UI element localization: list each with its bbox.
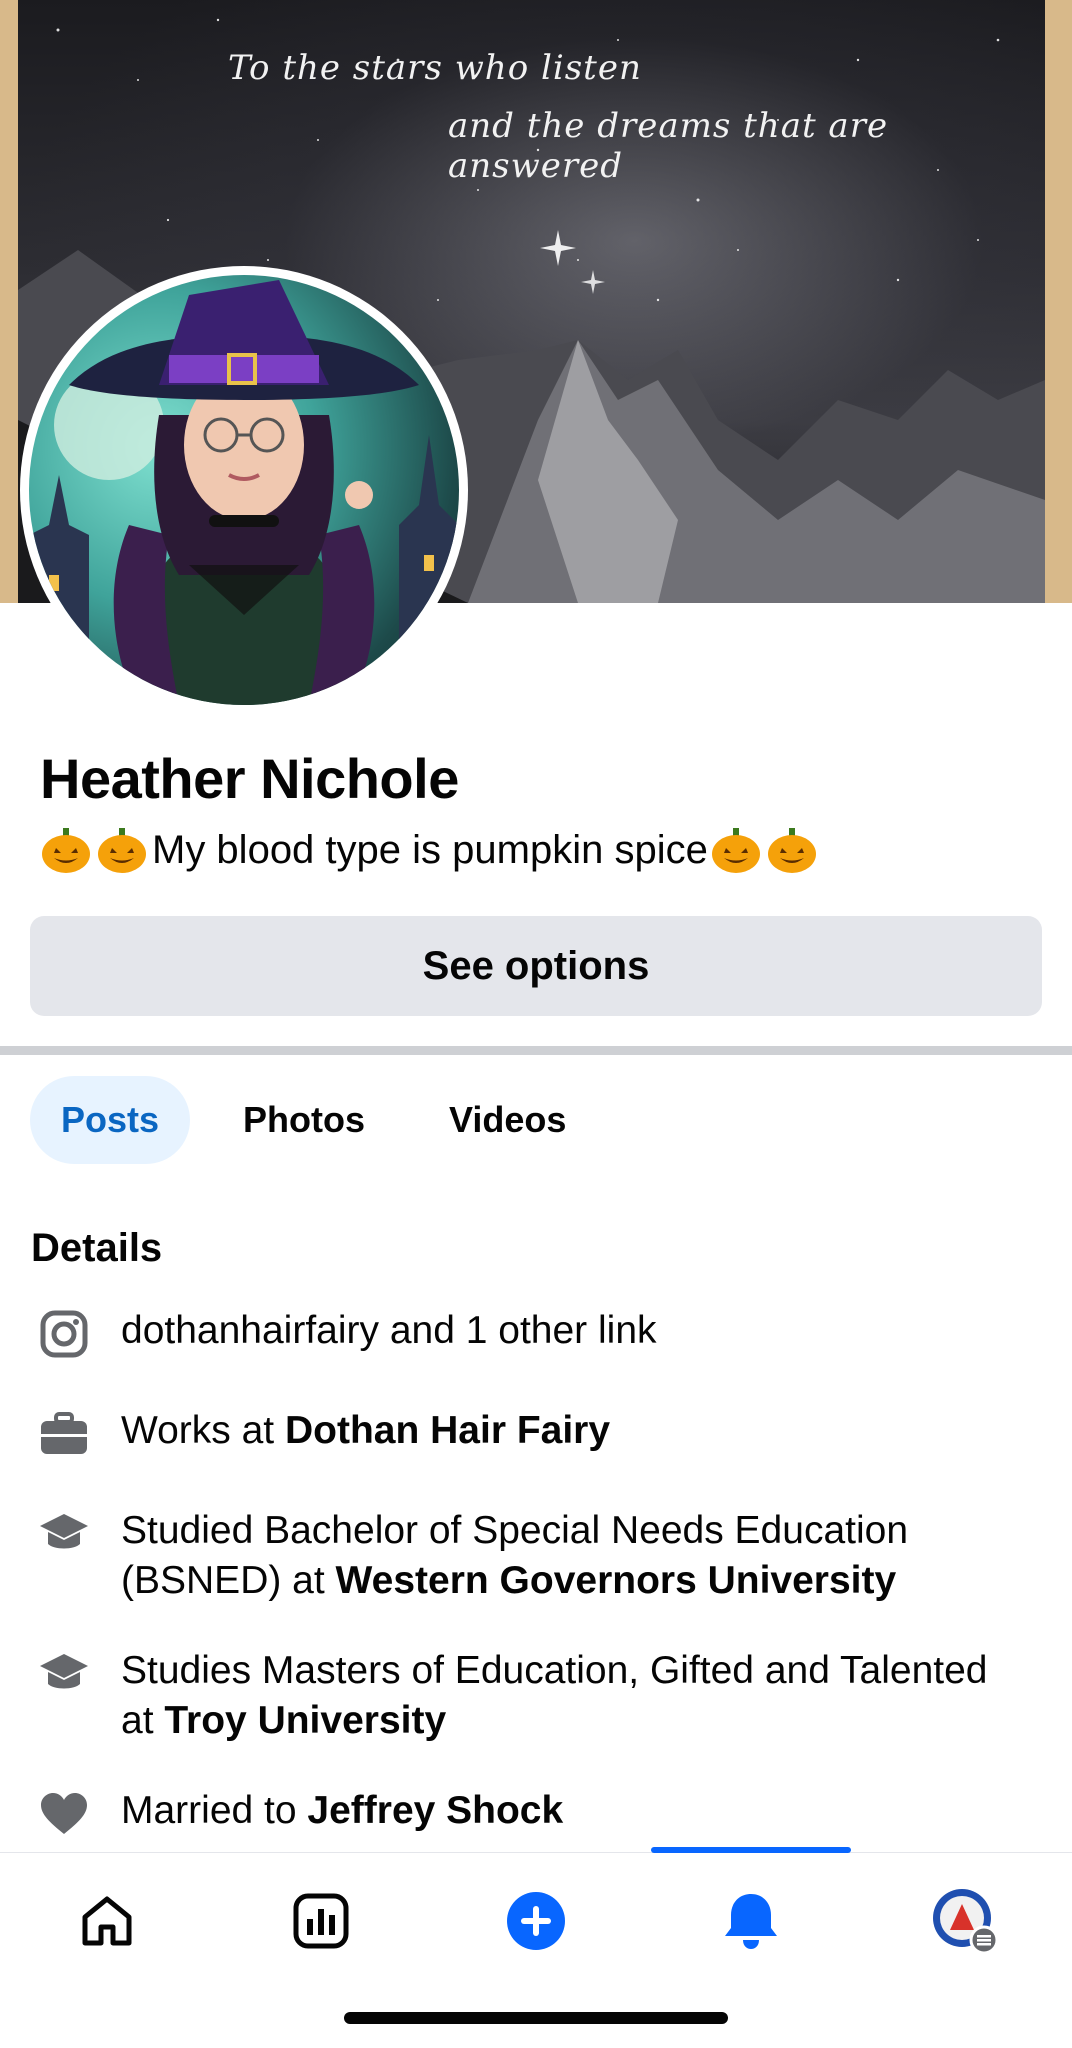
graduation-cap-icon [36,1646,92,1702]
detail-relationship-partner[interactable]: Jeffrey Shock [307,1789,563,1832]
detail-text: Works at Dothan Hair Fairy [121,1406,1021,1456]
profile-name: Heather Nichole [40,747,459,810]
profile-bio-text: My blood type is pumpkin spice [152,827,708,872]
avatar-illustration [29,275,459,705]
graduation-cap-icon [36,1506,92,1562]
tab-photos[interactable]: Photos [212,1076,396,1164]
section-divider [0,1046,1072,1055]
detail-text: Studies Masters of Education, Gifted and… [121,1646,1021,1746]
home-indicator-bar[interactable] [344,2012,728,2024]
detail-education-1-school[interactable]: Western Governors University [336,1559,897,1602]
profile-avatar[interactable] [20,266,468,714]
detail-relationship-prefix: Married to [121,1789,308,1832]
profile-tabs: Posts Photos Videos [30,1076,619,1164]
dashboard-icon[interactable] [281,1881,361,1961]
profile-menu-icon[interactable] [925,1881,1005,1961]
heart-icon [36,1786,92,1842]
pumpkin-icon [710,826,762,874]
detail-links-text: dothanhairfairy and 1 other link [121,1309,657,1352]
detail-text: dothanhairfairy and 1 other link [121,1306,1021,1356]
detail-work-prefix: Works at [121,1409,285,1452]
cover-quote-line-2: and the dreams that are answered [448,106,889,186]
witch-portrait-graphic [29,280,459,705]
detail-work-employer[interactable]: Dothan Hair Fairy [285,1409,610,1452]
instagram-icon [36,1306,92,1362]
detail-text: Married to Jeffrey Shock [121,1786,1021,1836]
pumpkin-icon [96,826,148,874]
home-icon[interactable] [67,1881,147,1961]
notifications-icon[interactable] [711,1881,791,1961]
detail-education-2-school[interactable]: Troy University [164,1699,446,1742]
pumpkin-icon [40,826,92,874]
profile-bio: My blood type is pumpkin spice [40,826,822,874]
cover-quote-line-1: To the stars who listen [228,48,642,88]
tab-posts[interactable]: Posts [30,1076,191,1164]
briefcase-icon [36,1406,92,1462]
active-tab-indicator [651,1847,851,1853]
create-icon[interactable] [496,1881,576,1961]
pumpkin-icon [766,826,818,874]
detail-text: Studied Bachelor of Special Needs Educat… [121,1506,1021,1606]
details-heading: Details [31,1226,163,1270]
tab-videos[interactable]: Videos [418,1076,597,1164]
see-options-button[interactable]: See options [30,916,1042,1016]
